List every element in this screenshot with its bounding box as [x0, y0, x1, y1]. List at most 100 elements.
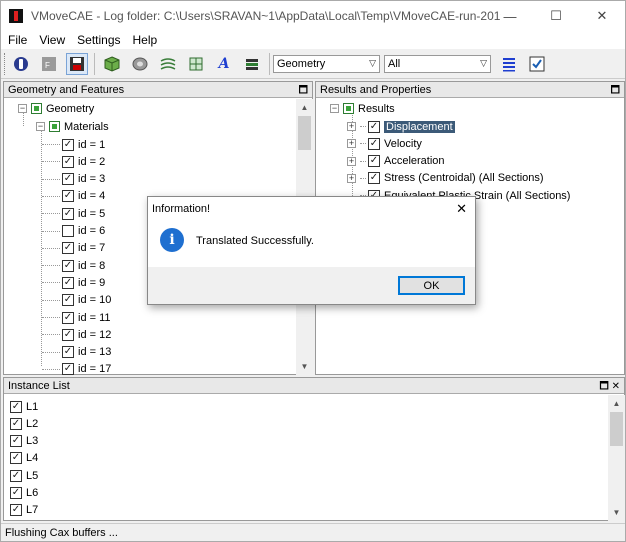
instance-scrollbar[interactable]: ▲ ▼ [608, 395, 625, 521]
material-item[interactable]: id = 11 [42, 309, 111, 326]
tree-node-results[interactable]: − Results [330, 100, 395, 117]
mesh-icon[interactable] [185, 53, 207, 75]
toolbar-grip[interactable] [4, 52, 7, 75]
material-item[interactable]: id = 3 [42, 171, 105, 188]
instance-item[interactable]: L4 [10, 450, 38, 467]
material-checkbox[interactable] [62, 311, 74, 324]
instance-checkbox[interactable] [10, 435, 22, 448]
instance-checkbox[interactable] [10, 452, 22, 465]
result-checkbox[interactable] [368, 172, 380, 185]
maximize-button[interactable]: ☐ [533, 1, 579, 31]
expand-icon[interactable]: + [347, 122, 356, 131]
material-item[interactable]: id = 9 [42, 274, 105, 291]
mode-combo[interactable]: Geometry ▽ [273, 54, 380, 73]
instance-item[interactable]: L5 [10, 467, 38, 484]
material-item[interactable]: id = 12 [42, 326, 111, 343]
stack-icon[interactable] [241, 53, 263, 75]
instance-panel-header: Instance List 🗖 ✕ [4, 378, 624, 394]
material-checkbox[interactable] [62, 190, 74, 203]
material-item[interactable]: id = 5 [42, 205, 105, 222]
material-item[interactable]: id = 17 [42, 361, 111, 378]
material-item[interactable]: id = 6 [42, 223, 105, 240]
instance-item[interactable]: L1 [10, 398, 38, 415]
instance-item[interactable]: L3 [10, 433, 38, 450]
result-item[interactable]: + Displacement [347, 118, 455, 135]
instance-item[interactable]: L7 [10, 502, 38, 519]
list-icon[interactable] [498, 53, 520, 75]
instance-item[interactable]: L6 [10, 485, 38, 502]
results-panel-title: Results and Properties [320, 83, 432, 96]
instance-checkbox[interactable] [10, 504, 22, 517]
menu-help[interactable]: Help [126, 33, 163, 47]
material-checkbox[interactable] [62, 328, 74, 341]
material-item[interactable]: id = 13 [42, 344, 111, 361]
material-checkbox[interactable] [62, 155, 74, 168]
close-button[interactable]: ✕ [579, 1, 625, 31]
dialog-close-button[interactable]: ✕ [456, 201, 467, 217]
tree-node-materials[interactable]: − Materials [36, 118, 109, 135]
result-checkbox[interactable] [368, 120, 380, 133]
instance-checkbox[interactable] [10, 487, 22, 499]
material-checkbox[interactable] [62, 363, 74, 376]
scroll-up-icon[interactable]: ▲ [296, 99, 313, 116]
material-item[interactable]: id = 1 [42, 136, 105, 153]
material-checkbox[interactable] [62, 207, 74, 220]
expand-icon[interactable]: + [347, 139, 356, 149]
material-item[interactable]: id = 2 [42, 153, 105, 170]
material-item[interactable]: id = 7 [42, 240, 105, 257]
surface-icon[interactable] [129, 53, 151, 75]
open-file-icon[interactable] [10, 53, 32, 75]
cube-icon[interactable] [101, 53, 123, 75]
material-item[interactable]: id = 8 [42, 257, 105, 274]
material-checkbox[interactable] [62, 138, 74, 151]
result-item[interactable]: + Velocity [347, 135, 422, 152]
scroll-thumb[interactable] [298, 116, 311, 150]
expand-icon[interactable]: + [347, 173, 356, 183]
collapse-icon[interactable]: − [18, 104, 27, 113]
instance-checkbox[interactable] [10, 469, 22, 482]
result-item[interactable]: + Stress (Centroidal) (All Sections) [347, 170, 544, 187]
instance-item[interactable]: L2 [10, 415, 38, 432]
scroll-down-icon[interactable]: ▼ [608, 504, 625, 521]
material-item[interactable]: id = 4 [42, 188, 105, 205]
result-checkbox[interactable] [368, 155, 380, 168]
expand-icon[interactable]: + [347, 156, 356, 166]
menu-file[interactable]: File [1, 33, 32, 47]
scroll-down-icon[interactable]: ▼ [296, 358, 313, 375]
text-icon[interactable]: A [213, 53, 235, 75]
save-icon[interactable] [66, 52, 88, 75]
instance-label: L7 [26, 504, 39, 517]
format-icon[interactable]: F [38, 53, 60, 75]
scroll-up-icon[interactable]: ▲ [608, 395, 625, 412]
scroll-thumb[interactable] [610, 412, 623, 446]
material-checkbox[interactable] [62, 242, 74, 255]
minimize-button[interactable]: — [487, 1, 533, 31]
panel-restore-icon[interactable]: 🗖 [611, 83, 621, 100]
material-item[interactable]: id = 10 [42, 292, 111, 309]
material-checkbox[interactable] [62, 276, 74, 289]
main-window: VMoveCAE - Log folder: C:\Users\SRAVAN~1… [0, 0, 626, 542]
materials-icon [49, 121, 60, 132]
material-checkbox[interactable] [62, 173, 74, 186]
tree-node-geometry[interactable]: − Geometry [18, 100, 94, 117]
result-checkbox[interactable] [368, 137, 380, 150]
material-checkbox[interactable] [62, 346, 74, 359]
collapse-icon[interactable]: − [330, 104, 339, 113]
panel-close-icon[interactable]: 🗖 ✕ [599, 379, 620, 396]
instance-checkbox[interactable] [10, 417, 22, 430]
result-label: Stress (Centroidal) (All Sections) [384, 172, 544, 185]
instance-checkbox[interactable] [10, 400, 22, 413]
tree-connector [42, 178, 60, 180]
check-all-icon[interactable] [526, 53, 548, 75]
menu-settings[interactable]: Settings [70, 33, 125, 47]
material-checkbox[interactable] [62, 259, 74, 272]
material-checkbox[interactable] [62, 294, 74, 307]
ok-button[interactable]: OK [398, 276, 465, 295]
material-checkbox[interactable] [62, 225, 74, 237]
filter-combo[interactable]: All ▽ [384, 54, 491, 73]
menu-view[interactable]: View [32, 33, 70, 47]
collapse-icon[interactable]: − [36, 122, 45, 131]
panel-restore-icon[interactable]: 🗖 [299, 83, 309, 100]
result-item[interactable]: + Acceleration [347, 153, 445, 170]
layers-icon[interactable] [157, 53, 179, 75]
